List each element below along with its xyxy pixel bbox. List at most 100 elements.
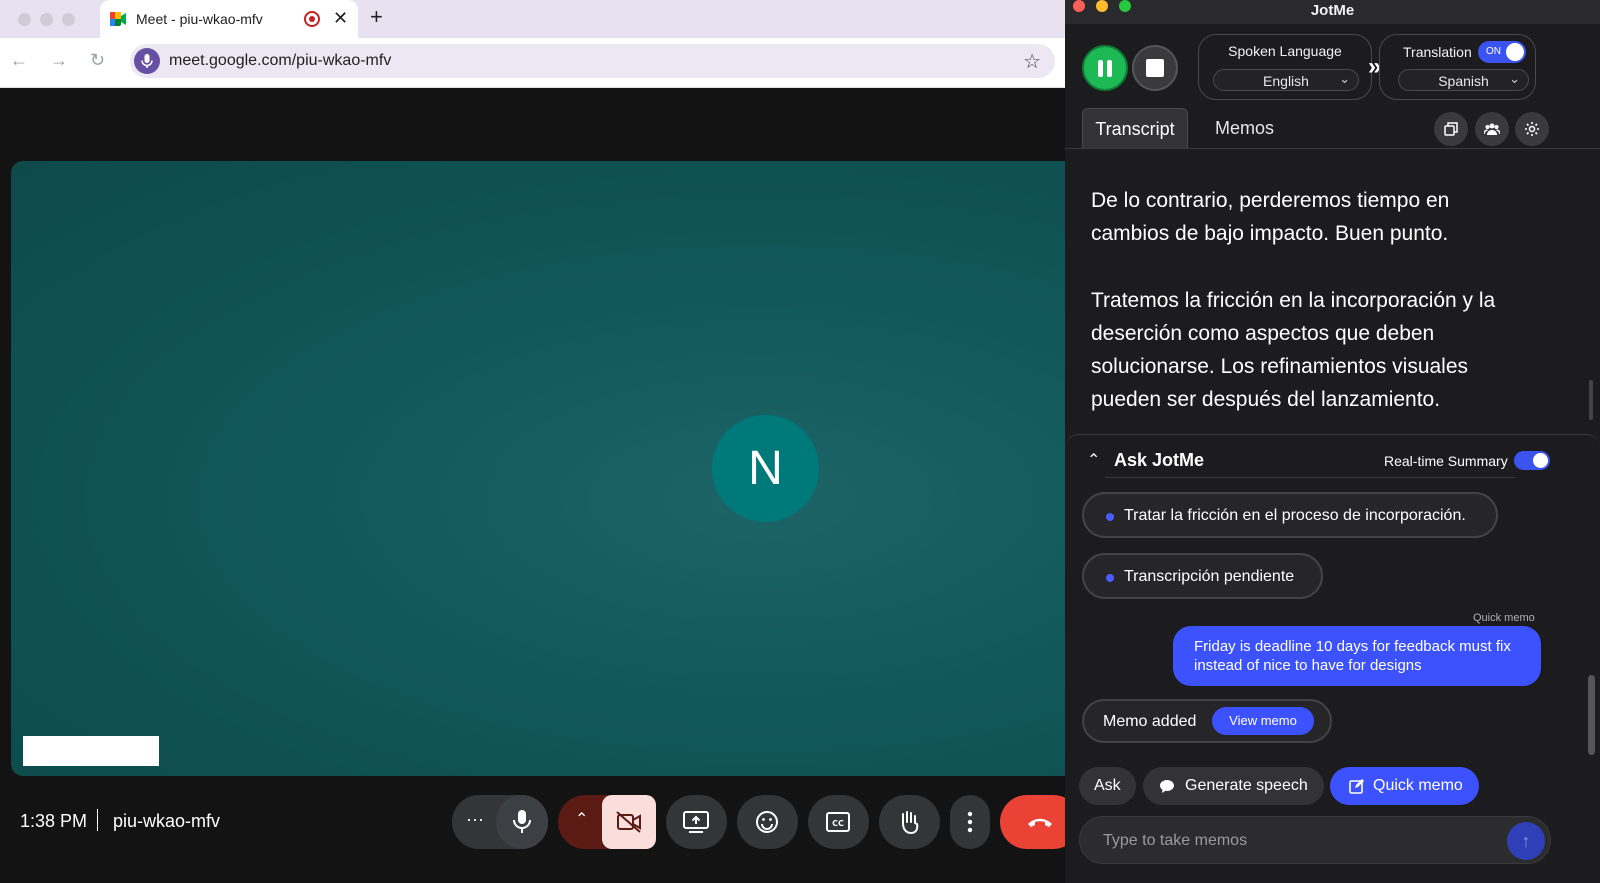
collapse-chevron-icon[interactable]: ⌃ [1087,450,1100,470]
audio-options-button[interactable]: ··· [466,809,484,830]
quick-memo-label: Quick memo [1473,612,1535,624]
present-screen-button[interactable] [666,795,727,849]
ask-button[interactable]: Ask [1079,767,1136,805]
closed-captions-icon: CC [826,812,850,832]
participants-button[interactable] [1475,112,1509,146]
bullet-dot-icon [1106,513,1114,521]
bookmark-star-icon[interactable]: ☆ [1023,49,1041,74]
memo-added-chip: Memo added View memo [1082,699,1332,743]
google-meet-favicon-icon [110,12,126,26]
memo-input[interactable]: Type to take memos ↑ [1079,816,1551,864]
quick-memo-button-label: Quick memo [1373,777,1463,794]
browser-tab-meet[interactable]: Meet - piu-wkao-mfv ✕ [100,0,358,38]
translation-toggle-state: ON [1486,46,1501,57]
ask-scrollbar[interactable] [1588,675,1595,755]
generate-speech-button[interactable]: Generate speech [1143,767,1324,805]
spoken-language-value: English [1263,73,1309,89]
chevron-down-icon: ⌄ [1339,71,1350,86]
camera-control-group: ⌃ [558,795,656,849]
copy-button[interactable] [1434,112,1468,146]
edit-icon [1349,779,1364,794]
transcript-paragraph: De lo contrario, perderemos tiempo en ca… [1091,189,1450,245]
translation-box: Translation ON Spanish ⌄ [1379,34,1536,100]
translation-language-select[interactable]: Spanish ⌄ [1398,69,1529,91]
generate-speech-label: Generate speech [1185,777,1308,794]
participant-avatar: N [712,415,819,522]
forward-icon[interactable]: → [50,50,68,71]
settings-button[interactable] [1515,112,1549,146]
quick-memo-button[interactable]: Quick memo [1330,767,1479,805]
speech-bubble-icon [1160,780,1174,793]
copy-icon [1444,122,1458,136]
meeting-code: piu-wkao-mfv [113,811,221,831]
back-icon[interactable]: ← [10,50,28,71]
raise-hand-icon [902,811,919,835]
transcript-paragraph: Tratemos la fricción en la incorporación… [1091,289,1496,411]
microphone-icon [513,810,531,833]
people-icon [1484,123,1500,135]
suggestion-text: Transcripción pendiente [1124,568,1295,585]
transcript-body: De lo contrario, perderemos tiempo en ca… [1091,184,1531,450]
bullet-dot-icon [1106,574,1114,582]
participant-name-tag [23,736,159,766]
camera-off-icon [616,811,641,833]
raise-hand-button[interactable] [879,795,940,849]
quick-memo-text: Friday is deadline 10 days for feedback … [1194,638,1511,674]
chevron-down-icon: ⌄ [1509,71,1520,86]
tab-strip: Meet - piu-wkao-mfv ✕ + [0,0,1085,38]
reactions-button[interactable] [737,795,798,849]
stop-recording-button[interactable] [1132,45,1178,91]
window-minimize-dot[interactable] [40,13,53,26]
send-arrow-icon[interactable]: ↑ [1507,822,1545,860]
suggestion-chip[interactable]: Transcripción pendiente [1082,553,1323,599]
quick-memo-bubble: Friday is deadline 10 days for feedback … [1173,626,1541,686]
jotme-titlebar: JotMe [1065,0,1600,24]
end-call-icon [1028,818,1052,827]
window-zoom-dot[interactable] [62,13,75,26]
jotme-panel: JotMe Spoken Language English ⌄ » Transl… [1065,0,1600,883]
mic-permission-icon[interactable] [134,48,160,74]
recording-indicator-icon [304,11,320,27]
memo-input-placeholder: Type to take memos [1103,832,1248,849]
tab-title: Meet - piu-wkao-mfv [136,11,263,27]
suggestion-chip[interactable]: Tratar la fricción en el proceso de inco… [1082,492,1498,538]
camera-options-chevron-icon[interactable]: ⌃ [575,809,588,829]
suggestion-text: Tratar la fricción en el proceso de inco… [1124,507,1466,524]
spoken-language-select[interactable]: English ⌄ [1213,69,1359,91]
tab-close-icon[interactable]: ✕ [333,8,348,29]
emoji-icon [756,811,778,833]
pause-recording-button[interactable] [1082,45,1128,91]
participant-video-tile[interactable]: N [11,161,1081,776]
browser-window: Meet - piu-wkao-mfv ✕ + ← → ↻ meet.googl… [0,0,1085,88]
reload-icon[interactable]: ↻ [90,50,105,71]
transcript-scrollbar[interactable] [1589,380,1593,420]
browser-toolbar: ← → ↻ meet.google.com/piu-wkao-mfv ☆ [0,38,1085,88]
tab-transcript[interactable]: Transcript [1082,108,1188,148]
meeting-clock: 1:38 PM [20,811,88,831]
camera-off-button[interactable] [602,795,656,849]
memo-added-text: Memo added [1103,713,1197,730]
view-memo-button[interactable]: View memo [1212,707,1314,735]
gear-icon [1525,122,1539,136]
realtime-summary-toggle[interactable] [1514,451,1550,470]
spoken-language-label: Spoken Language [1228,43,1342,59]
translation-toggle[interactable]: ON [1478,41,1526,63]
tab-divider [1065,148,1600,149]
address-bar[interactable]: meet.google.com/piu-wkao-mfv ☆ [130,44,1055,78]
toggle-knob [1533,453,1548,468]
more-options-button[interactable] [950,795,990,849]
ask-button-label: Ask [1094,777,1121,794]
meet-stage: N 1:38 PM piu-wkao-mfv ··· ⌃ CC [0,88,1081,883]
tab-memos[interactable]: Memos [1215,118,1274,139]
svg-text:CC: CC [832,819,844,828]
captions-button[interactable]: CC [808,795,869,849]
vertical-dots-icon [967,811,973,833]
new-tab-button[interactable]: + [370,4,383,30]
window-close-dot[interactable] [18,13,31,26]
toggle-knob [1506,43,1524,61]
realtime-summary-label: Real-time Summary [1384,453,1508,469]
ask-divider [1105,477,1515,478]
jotme-app-title: JotMe [1310,2,1355,19]
url-text: meet.google.com/piu-wkao-mfv [169,52,392,69]
mic-button[interactable] [496,795,548,849]
